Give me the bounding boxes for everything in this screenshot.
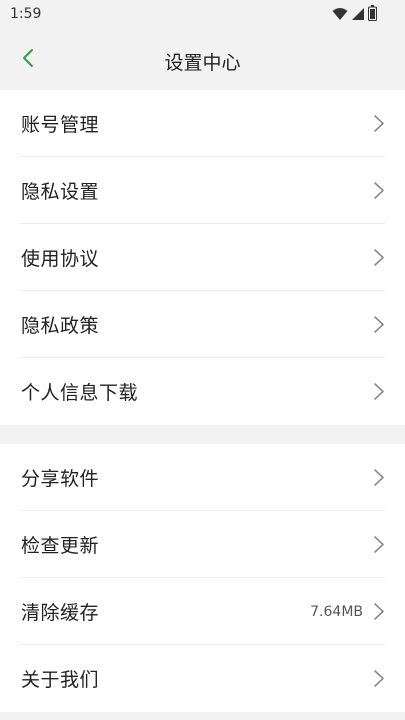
chevron-right-icon bbox=[374, 670, 384, 687]
settings-item-account-management[interactable]: 账号管理 bbox=[0, 90, 405, 157]
settings-item-about-us[interactable]: 关于我们 bbox=[0, 645, 405, 712]
chevron-right-icon bbox=[374, 536, 384, 553]
settings-item-privacy-policy[interactable]: 隐私政策 bbox=[0, 291, 405, 358]
settings-item-personal-info-download[interactable]: 个人信息下载 bbox=[0, 358, 405, 425]
settings-item-label: 账号管理 bbox=[21, 114, 100, 136]
settings-item-share-app[interactable]: 分享软件 bbox=[0, 444, 405, 511]
settings-item-label: 个人信息下载 bbox=[21, 382, 139, 404]
settings-group-app: 分享软件 检查更新 清除缓存 7.64MB 关于我们 bbox=[0, 444, 405, 712]
chevron-right-icon bbox=[374, 383, 384, 400]
settings-item-label: 分享软件 bbox=[21, 468, 100, 490]
cache-size-value: 7.64MB bbox=[310, 603, 363, 620]
chevron-right-icon bbox=[374, 469, 384, 486]
settings-item-privacy-settings[interactable]: 隐私设置 bbox=[0, 157, 405, 224]
settings-item-check-update[interactable]: 检查更新 bbox=[0, 511, 405, 578]
settings-item-clear-cache[interactable]: 清除缓存 7.64MB bbox=[0, 578, 405, 645]
settings-group-account: 账号管理 隐私设置 使用协议 隐私政策 个人信息下载 bbox=[0, 90, 405, 425]
nav-bar: 设置中心 bbox=[0, 30, 405, 90]
cellular-signal-icon bbox=[351, 6, 365, 25]
chevron-right-icon bbox=[374, 115, 384, 132]
chevron-right-icon bbox=[374, 249, 384, 266]
status-bar: 1:59 bbox=[0, 0, 405, 30]
settings-item-label: 隐私设置 bbox=[21, 181, 100, 203]
chevron-right-icon bbox=[374, 182, 384, 199]
settings-item-label: 检查更新 bbox=[21, 535, 100, 557]
chevron-right-icon bbox=[374, 316, 384, 333]
settings-item-label: 隐私政策 bbox=[21, 315, 100, 337]
page-title: 设置中心 bbox=[164, 52, 241, 74]
chevron-right-icon bbox=[374, 603, 384, 620]
settings-item-user-agreement[interactable]: 使用协议 bbox=[0, 224, 405, 291]
wifi-icon bbox=[332, 6, 348, 25]
battery-icon bbox=[368, 5, 377, 25]
settings-item-label: 使用协议 bbox=[21, 248, 100, 270]
status-time: 1:59 bbox=[10, 6, 42, 22]
settings-item-label: 清除缓存 bbox=[21, 602, 100, 624]
settings-item-label: 关于我们 bbox=[21, 669, 100, 691]
status-icons bbox=[332, 5, 377, 25]
